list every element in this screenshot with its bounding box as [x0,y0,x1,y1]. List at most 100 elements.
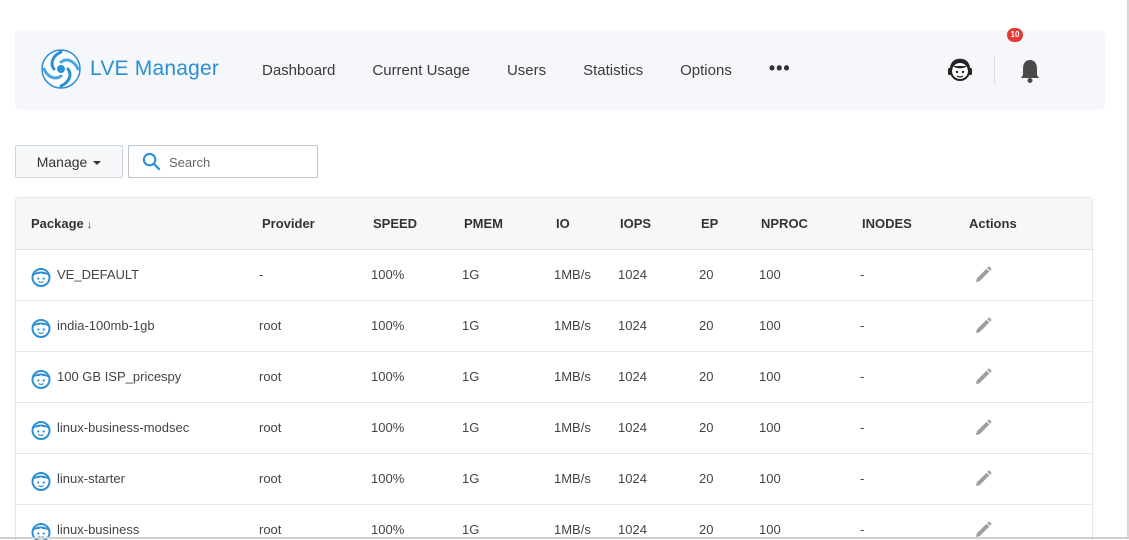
package-face-icon [31,421,51,440]
cell-ep: 20 [699,522,714,537]
cell-iops: 1024 [618,267,647,282]
cell-nproc: 100 [759,471,781,486]
cell-ep: 20 [699,318,714,333]
cell-speed: 100% [371,267,405,282]
cell-io: 1MB/s [554,369,591,384]
notification-count-badge: 10 [1007,28,1023,42]
search-box[interactable] [128,145,318,178]
table-row[interactable]: VE_DEFAULT - 100% 1G 1MB/s 1024 20 100 - [16,250,1092,301]
cell-iops: 1024 [618,471,647,486]
cell-speed: 100% [371,471,405,486]
cell-ep: 20 [699,420,714,435]
manage-label: Manage [36,153,88,170]
cell-nproc: 100 [759,318,781,333]
column-header-speed[interactable]: SPEED [373,198,417,249]
edit-pencil-icon[interactable] [974,368,992,386]
cell-package: 100 GB ISP_pricespy [57,369,182,384]
package-face-icon [31,268,51,287]
packages-table: Package ↓ Provider SPEED PMEM IO IOPS EP … [15,197,1093,540]
cell-provider: root [259,420,282,435]
edit-pencil-icon[interactable] [974,317,992,335]
column-header-ep[interactable]: EP [701,198,718,249]
cell-io: 1MB/s [554,318,591,333]
support-agent-icon[interactable] [945,55,975,85]
cell-ep: 20 [699,471,714,486]
cell-pmem: 1G [462,369,480,384]
top-navigation-bar: LVE Manager Dashboard Current Usage User… [15,28,1105,110]
cell-provider: root [259,522,282,537]
cell-iops: 1024 [618,318,647,333]
cell-iops: 1024 [618,522,647,537]
cell-inodes: - [860,522,865,537]
cell-ep: 20 [699,369,714,384]
nav-dashboard[interactable]: Dashboard [262,62,335,79]
cell-package: linux-business [57,522,140,537]
cell-io: 1MB/s [554,522,591,537]
caret-down-icon [93,160,102,165]
nav-users[interactable]: Users [507,62,546,79]
sort-arrow-icon: ↓ [86,219,93,231]
cell-inodes: - [860,471,865,486]
cell-package: linux-starter [57,471,125,486]
search-icon [142,152,161,171]
table-body: VE_DEFAULT - 100% 1G 1MB/s 1024 20 100 -… [16,250,1092,540]
package-face-icon [31,370,51,389]
table-row[interactable]: linux-business-modsec root 100% 1G 1MB/s… [16,403,1092,454]
edit-pencil-icon[interactable] [974,266,992,284]
column-header-actions: Actions [969,216,1017,231]
table-row[interactable]: linux-starter root 100% 1G 1MB/s 1024 20… [16,454,1092,505]
package-face-icon [31,319,51,338]
cell-speed: 100% [371,420,405,435]
column-header-iops[interactable]: IOPS [620,198,651,249]
cell-pmem: 1G [462,522,480,537]
cell-pmem: 1G [462,267,480,282]
cell-package: india-100mb-1gb [57,318,155,333]
nav-current-usage[interactable]: Current Usage [372,62,470,79]
edit-pencil-icon[interactable] [974,470,992,488]
cell-inodes: - [860,369,865,384]
column-header-io[interactable]: IO [556,198,570,249]
cell-nproc: 100 [759,420,781,435]
cell-io: 1MB/s [554,471,591,486]
column-header-provider[interactable]: Provider [262,198,315,249]
table-row[interactable]: india-100mb-1gb root 100% 1G 1MB/s 1024 … [16,301,1092,352]
cell-io: 1MB/s [554,420,591,435]
cell-nproc: 100 [759,522,781,537]
column-header-nproc[interactable]: NPROC [761,198,808,249]
cell-io: 1MB/s [554,267,591,282]
cell-package: linux-business-modsec [57,420,190,435]
nav-statistics[interactable]: Statistics [583,62,643,79]
table-row[interactable]: 100 GB ISP_pricespy root 100% 1G 1MB/s 1… [16,352,1092,403]
cell-iops: 1024 [618,369,647,384]
cell-ep: 20 [699,267,714,282]
package-face-icon [31,472,51,491]
column-header-inodes[interactable]: INODES [862,198,912,249]
cell-pmem: 1G [462,471,480,486]
cell-nproc: 100 [759,369,781,384]
cell-provider: - [259,267,264,282]
cell-pmem: 1G [462,420,480,435]
cell-package: VE_DEFAULT [57,267,140,282]
edit-pencil-icon[interactable] [974,419,992,437]
table-row[interactable]: linux-business root 100% 1G 1MB/s 1024 2… [16,505,1092,540]
cell-iops: 1024 [618,420,647,435]
swirl-logo-icon [41,49,81,89]
bell-icon[interactable] [1018,56,1042,84]
nav-options[interactable]: Options [680,62,732,79]
cell-inodes: - [860,420,865,435]
cell-speed: 100% [371,369,405,384]
cell-inodes: - [860,267,865,282]
main-nav: Dashboard Current Usage Users Statistics… [262,30,791,110]
cell-speed: 100% [371,318,405,333]
cell-pmem: 1G [462,318,480,333]
cell-provider: root [259,471,282,486]
column-header-package[interactable]: Package ↓ [31,198,92,249]
search-input[interactable] [167,151,311,173]
cell-nproc: 100 [759,267,781,282]
table-header: Package ↓ Provider SPEED PMEM IO IOPS EP … [16,198,1092,250]
header-divider [994,56,995,84]
app-logo[interactable]: LVE Manager [40,48,219,90]
nav-more-button[interactable]: ••• [769,58,791,79]
manage-dropdown-button[interactable]: Manage [15,145,123,178]
column-header-pmem[interactable]: PMEM [464,198,503,249]
